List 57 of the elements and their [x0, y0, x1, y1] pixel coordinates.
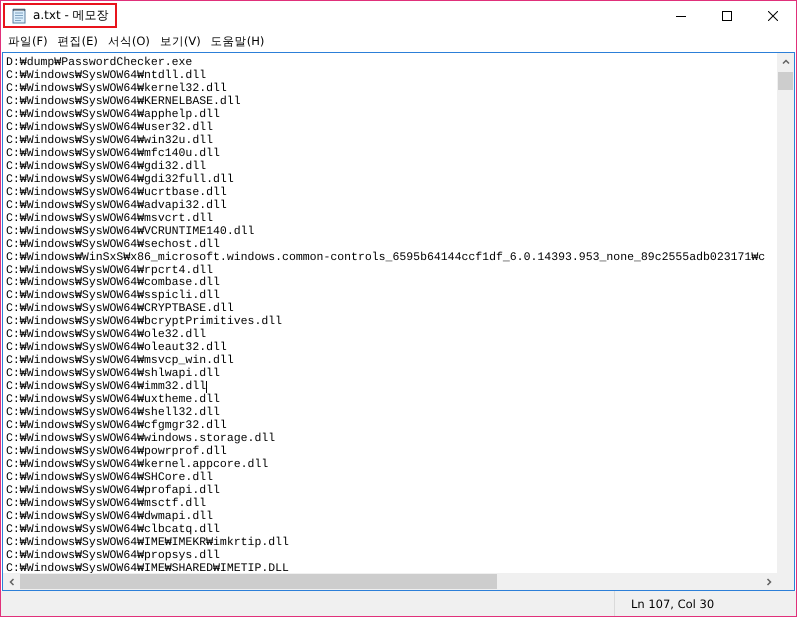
text-line: C:₩Windows₩SysWOW64₩kernel.appcore.dll [6, 458, 268, 472]
text-line: C:₩Windows₩SysWOW64₩windows.storage.dll [6, 432, 276, 446]
text-line: C:₩Windows₩SysWOW64₩IME₩SHARED₩IMETIP.DLL [6, 562, 289, 573]
text-line: C:₩Windows₩SysWOW64₩sechost.dll [6, 238, 220, 251]
text-line: D:₩dump₩PasswordChecker.exe [6, 56, 192, 69]
text-line: C:₩Windows₩SysWOW64₩kernel32.dll [6, 82, 227, 95]
text-line: C:₩Windows₩SysWOW64₩CRYPTBASE.dll [6, 302, 234, 316]
text-line: C:₩Windows₩SysWOW64₩apphelp.dll [6, 108, 220, 121]
cursor-position: Ln 107, Col 30 [614, 591, 774, 616]
menu-item[interactable]: 도움말(H) [206, 32, 270, 50]
text-line: C:₩Windows₩SysWOW64₩VCRUNTIME140.dll [6, 224, 254, 238]
text-line: C:₩Windows₩SysWOW64₩gdi32full.dll [6, 172, 234, 186]
text-line: C:₩Windows₩SysWOW64₩propsys.dll [6, 548, 220, 562]
text-line: C:₩Windows₩SysWOW64₩win32u.dll [6, 134, 214, 147]
maximize-icon [722, 10, 732, 20]
text-line: C:₩Windows₩SysWOW64₩msvcrt.dll [6, 212, 214, 225]
horizontal-scrollbar[interactable] [3, 573, 777, 590]
scroll-left-icon[interactable] [8, 578, 16, 586]
text-line: C:₩Windows₩SysWOW64₩cfgmgr32.dll [6, 419, 227, 432]
text-line: C:₩Windows₩SysWOW64₩sspicli.dll [6, 289, 220, 302]
text-line: C:₩Windows₩SysWOW64₩msvcp_win.dll [6, 354, 234, 368]
text-line: C:₩Windows₩SysWOW64₩powrprof.dll [6, 445, 227, 458]
text-line: C:₩Windows₩SysWOW64₩imm32.dll [6, 380, 206, 394]
text-line: C:₩Windows₩SysWOW64₩combase.dll [6, 276, 220, 290]
text-line: C:₩Windows₩SysWOW64₩ntdll.dll [6, 68, 206, 82]
text-line: C:₩Windows₩SysWOW64₩dwmapi.dll [6, 510, 214, 523]
text-line: C:₩Windows₩SysWOW64₩uxtheme.dll [6, 393, 220, 406]
scroll-up-icon[interactable] [782, 58, 790, 66]
menu-item[interactable]: 보기(V) [154, 32, 206, 50]
text-line: C:₩Windows₩SysWOW64₩KERNELBASE.dll [6, 94, 241, 108]
text-line: C:₩Windows₩SysWOW64₩shlwapi.dll [6, 367, 220, 380]
text-line: C:₩Windows₩SysWOW64₩advapi32.dll [6, 198, 227, 212]
text-line: C:₩Windows₩WinSxS₩x86_microsoft.windows.common-controls_6595b64144ccf1df_6.0.14393.953_none_89c2555adb023171₩c [6, 250, 766, 264]
text-line: C:₩Windows₩SysWOW64₩gdi32.dll [6, 160, 206, 173]
scroll-right-icon[interactable] [764, 578, 772, 586]
window-title: a.txt - 메모장 [33, 7, 109, 24]
text-line: C:₩Windows₩SysWOW64₩msctf.dll [6, 496, 206, 510]
scrollbar-thumb[interactable] [778, 72, 793, 90]
notepad-icon [11, 8, 27, 24]
close-icon [768, 10, 778, 20]
text-line: C:₩Windows₩SysWOW64₩IME₩IMEKR₩imkrtip.dll [6, 536, 289, 549]
vertical-scrollbar[interactable] [777, 53, 794, 573]
text-line: C:₩Windows₩SysWOW64₩mfc140u.dll [6, 146, 220, 160]
menu-item[interactable]: 편집(E) [52, 32, 103, 50]
scrollbar-thumb[interactable] [20, 574, 497, 589]
text-line: C:₩Windows₩SysWOW64₩shell32.dll [6, 406, 220, 420]
text-line: C:₩Windows₩SysWOW64₩profapi.dll [6, 484, 220, 497]
text-line: C:₩Windows₩SysWOW64₩ucrtbase.dll [6, 186, 227, 199]
text-line: C:₩Windows₩SysWOW64₩user32.dll [6, 120, 214, 134]
text-line: C:₩Windows₩SysWOW64₩SHCore.dll [6, 471, 214, 484]
menu-item[interactable]: 서식(O) [102, 32, 155, 50]
menu-item[interactable]: 파일(F) [3, 32, 53, 50]
text-line: C:₩Windows₩SysWOW64₩ole32.dll [6, 328, 206, 342]
text-line: C:₩Windows₩SysWOW64₩rpcrt4.dll [6, 264, 214, 276]
text-line: C:₩Windows₩SysWOW64₩oleaut32.dll [6, 341, 227, 354]
text-line: C:₩Windows₩SysWOW64₩bcryptPrimitives.dll [6, 315, 282, 328]
text-line: C:₩Windows₩SysWOW64₩clbcatq.dll [6, 522, 220, 536]
